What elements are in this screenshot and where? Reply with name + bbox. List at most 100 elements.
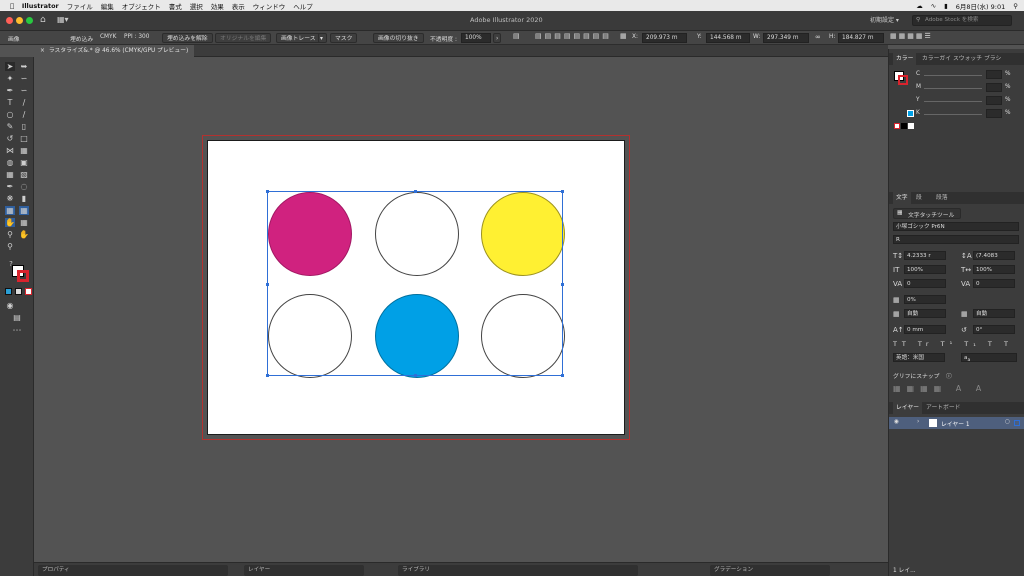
- close-window-icon[interactable]: [6, 17, 13, 24]
- color-stroke-swatch[interactable]: [898, 75, 908, 85]
- black-slider[interactable]: [924, 114, 982, 115]
- tracking-field[interactable]: 0: [973, 279, 1015, 288]
- screen-mode-icon[interactable]: ▤: [12, 313, 22, 322]
- document-tab[interactable]: × ラスタライズ&.* @ 46.6% (CMYK/GPU プレビュー): [34, 45, 195, 57]
- tab-layers[interactable]: レイヤー: [893, 402, 923, 414]
- baseline-shift-field[interactable]: 0 mm: [904, 325, 946, 334]
- none-mode-icon[interactable]: [25, 288, 32, 295]
- menu-view[interactable]: 表示: [232, 1, 245, 11]
- tab-artboards[interactable]: アートボード: [923, 402, 963, 414]
- pen-tool-icon[interactable]: ✒: [5, 86, 15, 95]
- stock-search-input[interactable]: ⚲ Adobe Stock を検索: [912, 15, 1012, 26]
- curvature-tool-icon[interactable]: ∽: [19, 86, 29, 95]
- menu-help[interactable]: ヘルプ: [293, 1, 313, 11]
- unembed-button[interactable]: 埋め込みを解除: [162, 33, 213, 43]
- gradient-mode-icon[interactable]: [15, 288, 22, 295]
- constrain-proportions-icon[interactable]: ∞: [815, 33, 821, 41]
- edit-toolbar-icon[interactable]: ⋯: [12, 327, 22, 336]
- handle-bottom-right[interactable]: [561, 374, 564, 377]
- align-icons[interactable]: ▤▤▤▤▤▤▤▤: [535, 32, 612, 40]
- x-field[interactable]: 209.973 m: [642, 33, 687, 43]
- antialias-select[interactable]: aa: [961, 353, 1017, 363]
- y-field[interactable]: 144.568 m: [706, 33, 750, 43]
- bottom-libraries-section[interactable]: ライブラリ: [398, 565, 638, 576]
- menu-edit[interactable]: 編集: [101, 1, 114, 11]
- zoom-window-icon[interactable]: [26, 17, 33, 24]
- edit-original-button[interactable]: オリジナルを編集: [215, 33, 272, 43]
- selection-bounding-box[interactable]: [266, 190, 564, 377]
- column-graph-tool-icon[interactable]: ▮: [19, 194, 29, 203]
- magic-wand-tool-icon[interactable]: ✦: [5, 74, 15, 83]
- zoom-tool-icon[interactable]: ⚲: [5, 230, 15, 239]
- expand-layer-icon[interactable]: ›: [917, 419, 919, 425]
- mask-button[interactable]: マスク: [330, 33, 358, 43]
- leading-field[interactable]: (7.4083: [973, 251, 1015, 260]
- recolor-icon[interactable]: ▤: [513, 32, 520, 40]
- last-color-swatch[interactable]: [907, 110, 914, 117]
- free-transform-tool-icon[interactable]: ▦: [19, 146, 29, 155]
- minimize-window-icon[interactable]: [16, 17, 23, 24]
- hand-tool-alt-icon[interactable]: ✋: [19, 230, 29, 239]
- handle-top-left[interactable]: [266, 190, 269, 193]
- ellipse-tool-icon[interactable]: ○: [5, 110, 15, 119]
- menubar-clock[interactable]: 6月8日(水) 9:01: [956, 1, 1006, 11]
- yellow-slider[interactable]: [924, 101, 982, 102]
- color-mode-icon[interactable]: [5, 288, 12, 295]
- shape-builder-tool-icon[interactable]: ◍: [5, 158, 15, 167]
- spotlight-icon[interactable]: ⚲: [1013, 2, 1018, 10]
- black-field[interactable]: [986, 109, 1002, 118]
- magenta-slider[interactable]: [924, 88, 982, 89]
- direct-selection-tool-icon[interactable]: ➥: [19, 62, 29, 71]
- workspace-switcher[interactable]: 初期設定 ▾: [870, 15, 899, 24]
- type-tool-icon[interactable]: T: [5, 98, 15, 107]
- bottom-layers-section[interactable]: レイヤー: [244, 565, 364, 576]
- tab-color-guide[interactable]: カラーガイ: [919, 53, 954, 65]
- visibility-eye-icon[interactable]: ◉: [894, 419, 899, 425]
- menu-type[interactable]: 書式: [169, 1, 182, 11]
- layer-row[interactable]: ◉ › レイヤー 1 ○: [889, 417, 1024, 429]
- tab-swatches[interactable]: スウォッチ: [950, 53, 985, 65]
- home-icon[interactable]: ⌂: [40, 15, 46, 25]
- tab-color[interactable]: カラー: [893, 53, 917, 65]
- aki-right-select[interactable]: 自動: [973, 309, 1015, 318]
- rotate-tool-icon[interactable]: ↺: [5, 134, 15, 143]
- handle-bottom-center[interactable]: [414, 374, 417, 377]
- menu-file[interactable]: ファイル: [67, 1, 93, 11]
- draw-mode-icon[interactable]: ◉: [5, 301, 15, 310]
- layer-target-icon[interactable]: ○: [1005, 419, 1010, 425]
- touch-type-tool-button[interactable]: ▦ 文字タッチツール: [893, 208, 961, 219]
- menu-window[interactable]: ウィンドウ: [253, 1, 286, 11]
- image-trace-button[interactable]: 画像トレース: [276, 33, 321, 43]
- yellow-field[interactable]: [986, 96, 1002, 105]
- font-family-select[interactable]: 小塚ゴシック Pr6N: [893, 222, 1019, 231]
- perspective-grid-tool-icon[interactable]: ▣: [19, 158, 29, 167]
- w-field[interactable]: 297.349 m: [763, 33, 809, 43]
- stroke-swatch[interactable]: [17, 270, 29, 282]
- scale-tool-icon[interactable]: □: [19, 134, 29, 143]
- white-swatch-icon[interactable]: [908, 123, 914, 129]
- lasso-tool-icon[interactable]: ∽: [19, 74, 29, 83]
- language-select[interactable]: 英語：米国: [893, 353, 945, 362]
- aki-left-select[interactable]: 自動: [904, 309, 946, 318]
- crop-image-button[interactable]: 画像の切り抜き: [373, 33, 424, 43]
- layer-name[interactable]: レイヤー 1: [941, 419, 970, 428]
- menu-object[interactable]: オブジェクト: [122, 1, 161, 11]
- arrange-documents-icon[interactable]: ▦▾: [57, 15, 69, 24]
- magenta-field[interactable]: [986, 83, 1002, 92]
- menu-select[interactable]: 選択: [190, 1, 203, 11]
- tab-opentype[interactable]: 段: [913, 192, 925, 204]
- tab-paragraph[interactable]: 段落: [933, 192, 951, 204]
- slice-tool-icon[interactable]: ▦: [19, 206, 29, 215]
- handle-middle-left[interactable]: [266, 283, 269, 286]
- shaper-tool-icon[interactable]: ✎: [5, 122, 15, 131]
- handle-middle-right[interactable]: [561, 283, 564, 286]
- paintbrush-tool-icon[interactable]: ∕: [19, 110, 29, 119]
- symbol-sprayer-tool-icon[interactable]: ❋: [5, 194, 15, 203]
- black-swatch-icon[interactable]: [901, 123, 907, 129]
- tab-character[interactable]: 文字: [893, 192, 911, 204]
- artboard-tool-icon[interactable]: ▦: [5, 206, 15, 215]
- blend-tool-icon[interactable]: ◌: [19, 182, 29, 191]
- reference-point-icon[interactable]: ▦: [620, 32, 627, 40]
- image-trace-dropdown[interactable]: ▾: [318, 33, 327, 43]
- menu-app-name[interactable]: Illustrator: [22, 2, 59, 10]
